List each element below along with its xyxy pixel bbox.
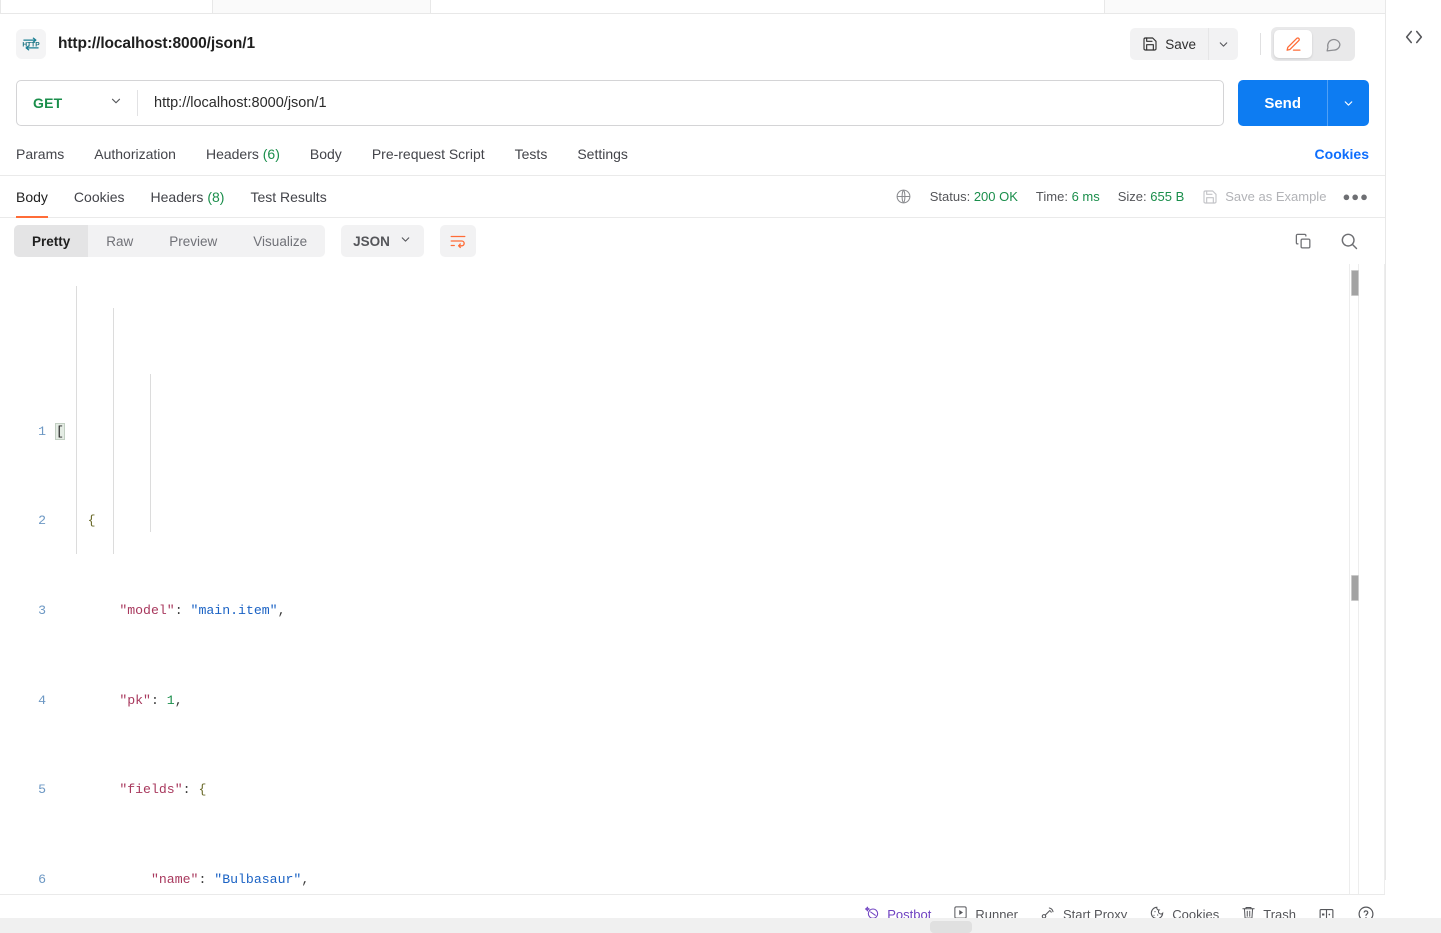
send-options-caret[interactable] — [1327, 80, 1369, 126]
line-number: 5 — [38, 782, 46, 798]
code-line: 6 "name": "Bulbasaur", — [0, 869, 1385, 891]
viewer-mode-pretty[interactable]: Pretty — [14, 225, 89, 257]
request-title[interactable]: http://localhost:8000/json/1 — [58, 35, 255, 53]
code-line: 3 "model": "main.item", — [0, 600, 1385, 622]
save-button[interactable]: Save — [1130, 28, 1208, 60]
url-bar: GET — [16, 80, 1225, 126]
viewer-mode-group: Pretty Raw Preview Visualize — [14, 225, 326, 257]
line-content: "fields": { — [119, 782, 207, 798]
method-selector[interactable]: GET — [17, 81, 137, 125]
time-badge[interactable]: Time: 6 ms — [1036, 189, 1100, 204]
save-as-example-button[interactable]: Save as Example — [1202, 189, 1326, 205]
request-tab-settings[interactable]: Settings — [577, 146, 628, 162]
send-group: Send — [1238, 80, 1369, 126]
response-format-label: JSON — [353, 233, 390, 249]
code-area-right-edge — [1384, 264, 1385, 894]
request-header: HTTP http://localhost:8000/json/1 Save — [0, 14, 1385, 74]
request-tab-headers[interactable]: Headers (6) — [206, 146, 280, 162]
globe-icon[interactable] — [895, 188, 912, 205]
indent-guide-3 — [150, 374, 151, 532]
line-content: [ — [55, 422, 65, 440]
line-content: "name": "Bulbasaur", — [150, 871, 310, 887]
json-code-block: 1[ 2 { 3 "model": "main.item", 4 "pk": 1… — [0, 264, 1385, 894]
request-tab-tests[interactable]: Tests — [515, 146, 548, 162]
response-tab-cookies[interactable]: Cookies — [74, 176, 125, 218]
right-sidebar — [1385, 0, 1441, 880]
viewer-mode-raw[interactable]: Raw — [88, 225, 151, 257]
code-vertical-scrollbar[interactable] — [1349, 264, 1359, 894]
line-number: 2 — [38, 513, 46, 529]
header-divider — [1260, 33, 1261, 55]
line-content: { — [87, 513, 96, 529]
tab-strip — [0, 0, 1441, 14]
window-bottom-strip — [0, 918, 1441, 933]
wrap-lines-button[interactable] — [439, 225, 476, 257]
size-badge[interactable]: Size: 655 B — [1118, 189, 1185, 204]
viewer-mode-preview[interactable]: Preview — [151, 225, 235, 257]
code-line: 2 { — [0, 510, 1385, 532]
url-input[interactable] — [138, 81, 1224, 125]
code-line: 5 "fields": { — [0, 779, 1385, 801]
main-column: HTTP http://localhost:8000/json/1 Save G… — [0, 14, 1385, 933]
search-icon[interactable] — [1339, 231, 1359, 251]
response-more-options[interactable]: ●●● — [1342, 189, 1369, 204]
save-as-example-label: Save as Example — [1225, 189, 1327, 204]
bottom-strip-pill — [930, 921, 972, 933]
chevron-down-icon — [109, 94, 123, 113]
response-viewer-toolbar: Pretty Raw Preview Visualize JSON — [0, 218, 1385, 264]
request-tab-authorization[interactable]: Authorization — [94, 146, 176, 162]
request-tab-pre-request-script[interactable]: Pre-request Script — [372, 146, 485, 162]
line-number: 6 — [38, 871, 46, 887]
postman-window: HTTP http://localhost:8000/json/1 Save G… — [0, 0, 1441, 933]
chevron-down-icon — [399, 233, 412, 249]
status-badge[interactable]: Status: 200 OK — [930, 189, 1018, 204]
response-tab-test-results[interactable]: Test Results — [250, 176, 326, 218]
response-body-viewer[interactable]: 1[ 2 { 3 "model": "main.item", 4 "pk": 1… — [0, 264, 1385, 895]
line-number: 1 — [38, 423, 46, 439]
response-tab-headers[interactable]: Headers (8) — [151, 176, 225, 218]
method-label: GET — [33, 95, 63, 111]
request-cookies-link[interactable]: Cookies — [1315, 146, 1369, 162]
scrollbar-marker-bottom[interactable] — [1351, 575, 1359, 601]
comment-mode-button[interactable] — [1314, 30, 1352, 58]
view-toggle-group — [1271, 27, 1355, 61]
code-scroll-region: 1[ 2 { 3 "model": "main.item", 4 "pk": 1… — [0, 264, 1385, 894]
save-button-label: Save — [1165, 36, 1196, 52]
svg-text:HTTP: HTTP — [22, 41, 40, 48]
response-format-selector[interactable]: JSON — [341, 225, 424, 257]
line-content: "model": "main.item", — [119, 603, 286, 619]
response-status-area: Status: 200 OK Time: 6 ms Size: 655 B Sa… — [895, 188, 1369, 205]
scrollbar-thumb-top[interactable] — [1351, 270, 1359, 296]
send-button[interactable]: Send — [1238, 80, 1327, 126]
save-group: Save — [1130, 28, 1238, 60]
code-snippet-icon[interactable] — [1403, 26, 1425, 53]
http-protocol-icon: HTTP — [16, 29, 46, 59]
response-tabs: Body Cookies Headers (8) Test Results St… — [0, 176, 1385, 218]
request-tab-body[interactable]: Body — [310, 146, 342, 162]
response-tab-body[interactable]: Body — [16, 176, 48, 218]
edit-mode-button[interactable] — [1274, 30, 1312, 58]
line-number: 4 — [38, 692, 46, 708]
request-tab-params[interactable]: Params — [16, 146, 64, 162]
line-content: "pk": 1, — [119, 692, 183, 708]
code-line: 4 "pk": 1, — [0, 690, 1385, 712]
code-line: 1[ — [0, 421, 1385, 443]
url-row: GET Send — [0, 74, 1385, 132]
tab-remnant-1[interactable] — [0, 0, 213, 14]
save-options-caret[interactable] — [1208, 28, 1238, 60]
viewer-mode-visualize[interactable]: Visualize — [235, 225, 325, 257]
tab-remnant-2[interactable] — [430, 0, 1105, 14]
copy-icon[interactable] — [1294, 232, 1313, 251]
line-number: 3 — [38, 603, 46, 619]
request-tabs: Params Authorization Headers (6) Body Pr… — [0, 132, 1385, 176]
viewer-right-actions — [1294, 231, 1371, 251]
